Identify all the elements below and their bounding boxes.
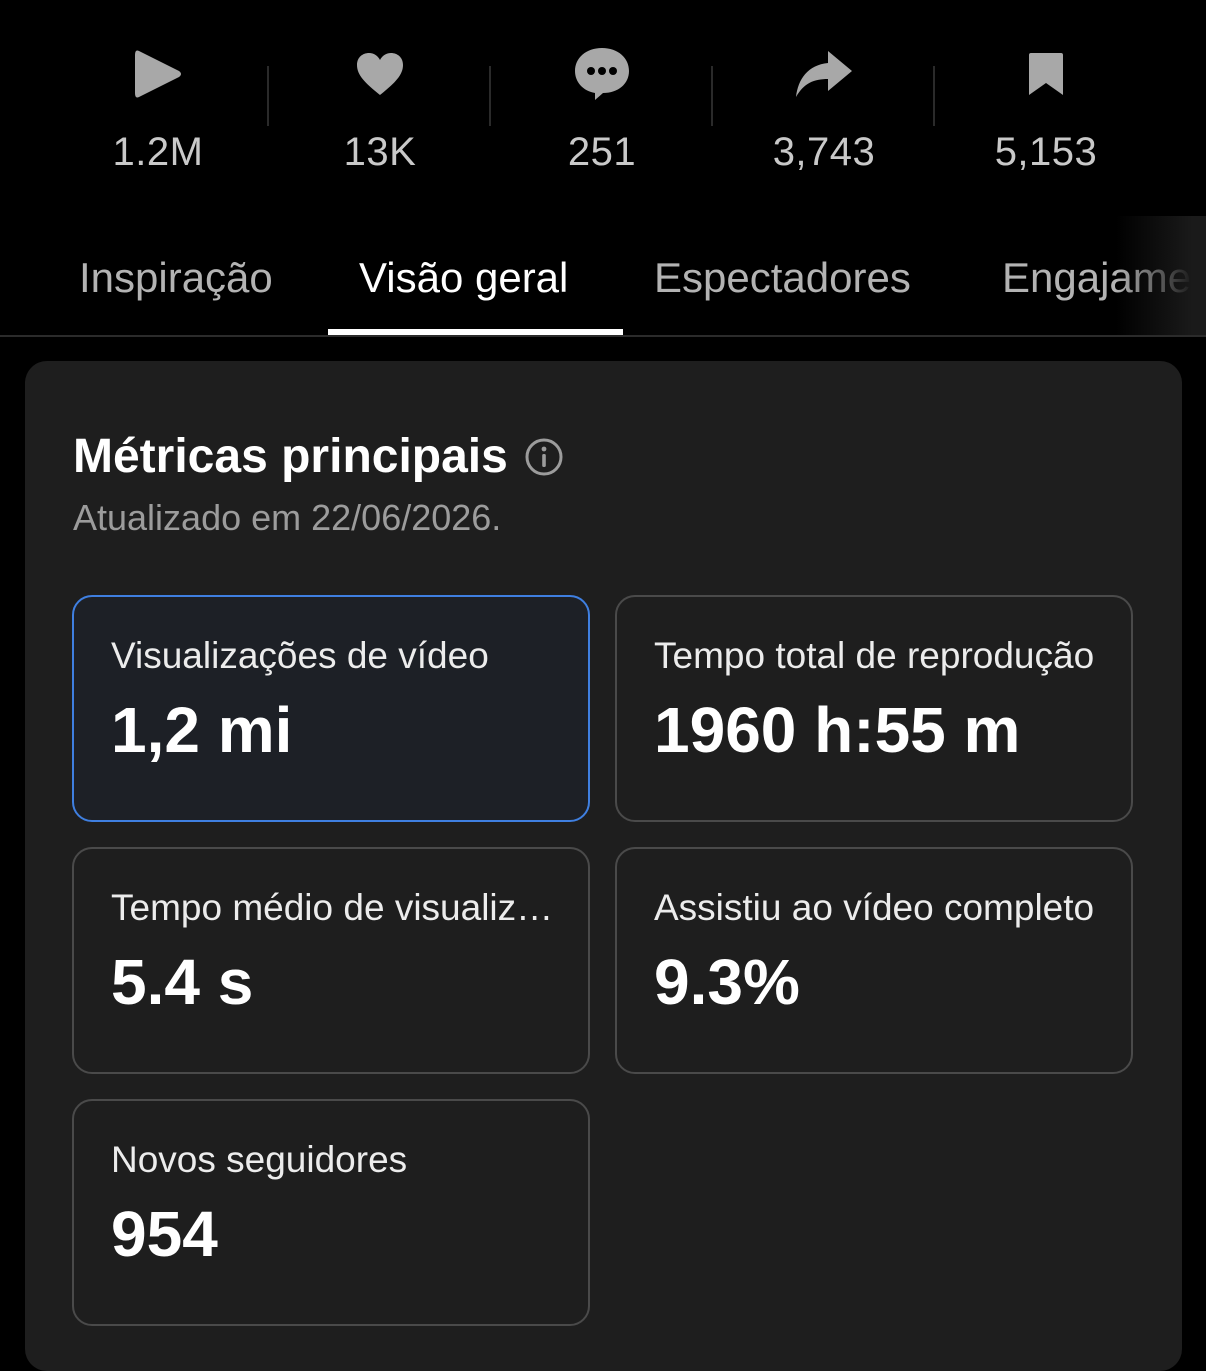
metric-value: 5.4 s [111,946,254,1018]
card-title-row: Métricas principais [73,429,564,484]
active-tab-indicator [328,329,623,335]
comment-icon [572,44,632,104]
stat-shares[interactable]: 3,743 [713,0,935,216]
stat-plays[interactable]: 1.2M [47,0,269,216]
metric-value: 954 [111,1198,218,1270]
metric-label: Tempo total de reprodução [654,635,1095,676]
tab-bar: Inspiração Visão geral Espectadores Enga… [0,216,1206,337]
metric-label: Tempo médio de visualização [111,887,558,928]
play-icon [128,44,188,104]
metric-avg-watch-time[interactable]: Tempo médio de visualização 5.4 s [72,847,590,1074]
card-title: Métricas principais [73,430,508,483]
metric-label: Novos seguidores [111,1139,408,1180]
bookmark-icon [1016,44,1076,104]
metric-label: Visualizações de vídeo [111,635,489,676]
metric-watched-full-video[interactable]: Assistiu ao vídeo completo 9.3% [615,847,1133,1074]
tab-espectadores[interactable]: Espectadores [654,254,911,302]
info-icon[interactable] [524,437,564,477]
metric-video-views[interactable]: Visualizações de vídeo 1,2 mi [72,595,590,822]
metric-value: 9.3% [654,946,800,1018]
stat-likes[interactable]: 13K [269,0,491,216]
metric-value: 1960 h:55 m [654,694,1021,766]
comments-count: 251 [567,130,637,174]
metric-value: 1,2 mi [111,694,293,766]
main-metrics-card: Métricas principais Atualizado em 22/06/… [25,361,1182,1371]
plays-count: 1.2M [112,130,204,174]
stat-comments[interactable]: 251 [491,0,713,216]
heart-icon [350,44,410,104]
metric-label: Assistiu ao vídeo completo [654,887,1095,928]
tab-scroll-fade [1116,216,1206,335]
stats-row: 1.2M 13K 251 3,743 5,153 [0,0,1206,216]
updated-date: Atualizado em 22/06/2026. [73,497,502,538]
likes-count: 13K [343,130,417,174]
stat-saves[interactable]: 5,153 [935,0,1157,216]
shares-count: 3,743 [772,130,876,174]
share-icon [794,44,854,104]
tab-inspiracao[interactable]: Inspiração [79,254,273,302]
metric-new-followers[interactable]: Novos seguidores 954 [72,1099,590,1326]
tab-visao-geral[interactable]: Visão geral [359,254,568,302]
saves-count: 5,153 [994,130,1098,174]
metric-total-play-time[interactable]: Tempo total de reprodução 1960 h:55 m [615,595,1133,822]
